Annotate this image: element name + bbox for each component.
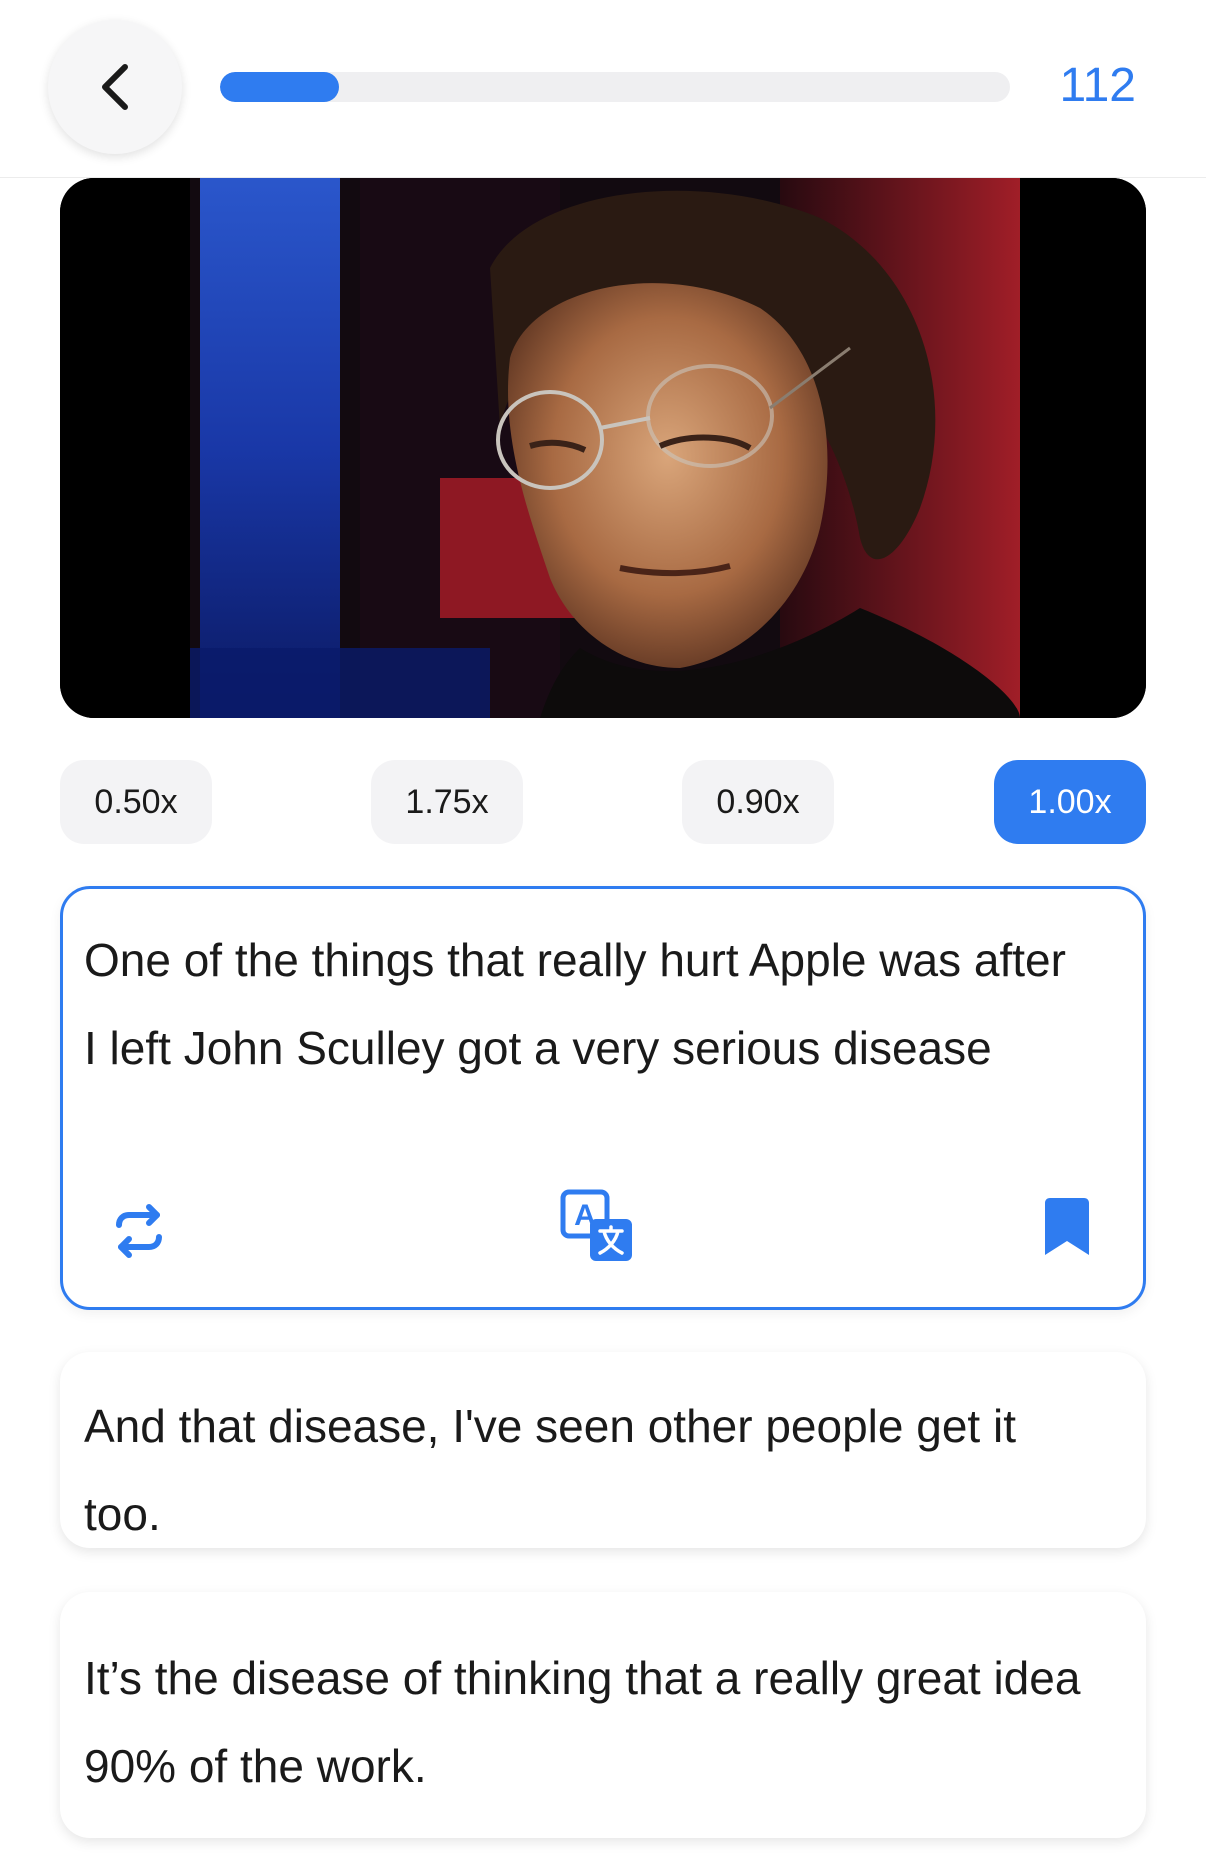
speed-option-1-75[interactable]: 1.75x xyxy=(371,760,523,844)
bookmark-icon[interactable] xyxy=(1039,1195,1095,1264)
speed-option-0-90[interactable]: 0.90x xyxy=(682,760,834,844)
sentence-card[interactable]: And that disease, I've seen other people… xyxy=(60,1352,1146,1548)
progress-bar xyxy=(220,72,1010,102)
speed-selector: 0.50x 1.75x 0.90x 1.00x xyxy=(60,760,1146,844)
sentence-card[interactable]: It’s the disease of thinking that a real… xyxy=(60,1592,1146,1838)
sentence-counter: 112 xyxy=(1059,59,1136,112)
sentence-text: And that disease, I've seen other people… xyxy=(84,1400,1016,1540)
video-player[interactable] xyxy=(60,178,1146,718)
progress-fill xyxy=(220,72,339,102)
player-screen: 112 0.50x 1.75x 0.90x 1.00x One of the t… xyxy=(0,0,1206,1866)
sentence-actions: A xyxy=(63,1167,1143,1307)
video-frame xyxy=(60,178,1146,718)
sentence-text: One of the things that really hurt Apple… xyxy=(84,934,1066,1074)
back-button[interactable] xyxy=(48,20,182,154)
sentence-card-active[interactable]: One of the things that really hurt Apple… xyxy=(60,886,1146,1310)
chevron-left-icon xyxy=(102,64,128,110)
speed-option-0-50[interactable]: 0.50x xyxy=(60,760,212,844)
translate-icon[interactable]: A xyxy=(560,1189,636,1270)
sentence-text: It’s the disease of thinking that a real… xyxy=(84,1652,1081,1792)
repeat-icon[interactable] xyxy=(111,1203,167,1264)
top-bar: 112 xyxy=(0,0,1206,178)
speed-option-1-00[interactable]: 1.00x xyxy=(994,760,1146,844)
